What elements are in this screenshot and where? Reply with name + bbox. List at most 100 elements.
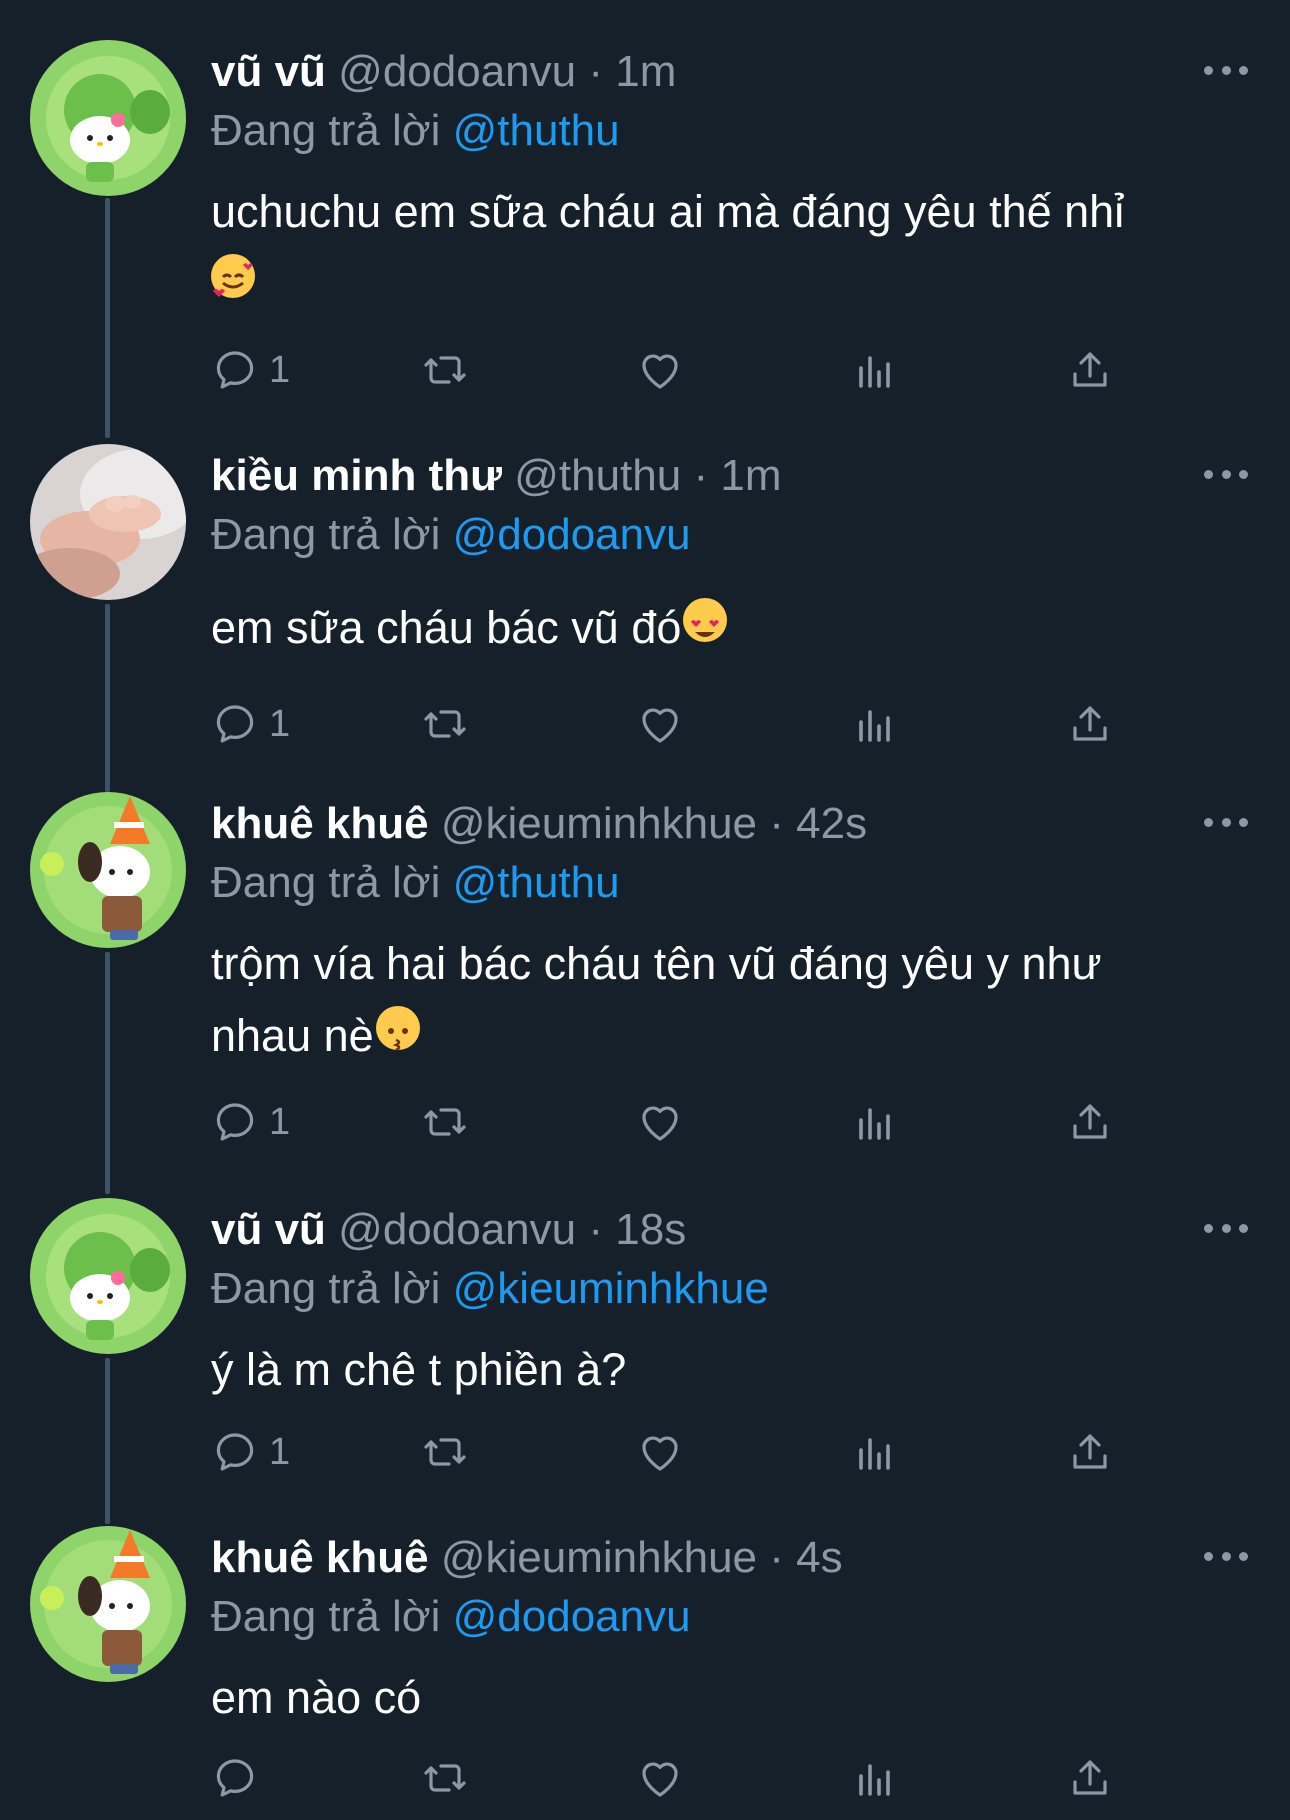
tweet[interactable]: vũ vũ @dodoanvu · 1m Đang trả lời @thuth… [0, 40, 1290, 410]
mention-link[interactable]: @thuthu [453, 858, 620, 907]
kissing-face-icon [375, 1006, 420, 1052]
share-button[interactable] [1066, 1748, 1114, 1808]
reply-icon [216, 705, 254, 743]
analytics-button[interactable] [851, 340, 899, 400]
mention-link[interactable]: @dodoanvu [453, 1592, 691, 1641]
pochacco-cone-avatar [30, 792, 186, 948]
share-button[interactable] [1066, 1092, 1114, 1152]
more-options-icon[interactable] [1204, 814, 1248, 830]
display-name[interactable]: vũ vũ [211, 47, 326, 96]
more-options-icon[interactable] [1204, 1548, 1248, 1564]
hello-kitty-peashooter-avatar [30, 1198, 186, 1354]
avatar[interactable] [30, 1526, 186, 1682]
display-name[interactable]: khuê khuê [211, 1533, 429, 1582]
user-handle[interactable]: @thuthu [514, 451, 681, 500]
retweet-button[interactable] [421, 1422, 469, 1482]
tweet-text: em sữa cháu bác vũ đó [211, 592, 1221, 664]
like-button[interactable] [636, 1748, 684, 1808]
reply-count: 1 [269, 1431, 291, 1473]
reply-button[interactable]: 1 [211, 1422, 290, 1482]
more-options-icon[interactable] [1204, 466, 1248, 482]
replying-prefix: Đang trả lời [211, 858, 441, 907]
separator: · [588, 1205, 604, 1254]
share-button[interactable] [1066, 340, 1114, 400]
tweet-text: ý là m chê t phiền à? [211, 1334, 1221, 1406]
reply-icon [216, 1759, 254, 1797]
analytics-button[interactable] [851, 1092, 899, 1152]
display-name[interactable]: khuê khuê [211, 799, 429, 848]
conversation-thread: vũ vũ @dodoanvu · 1m Đang trả lời @thuth… [0, 0, 1290, 1820]
retweet-icon [424, 356, 466, 384]
analytics-button[interactable] [851, 694, 899, 754]
replying-to: Đang trả lời @kieuminhkhue [211, 1260, 769, 1318]
separator: · [693, 451, 709, 500]
tweet-header: kiều minh thư @thuthu · 1m [211, 448, 781, 504]
avatar[interactable] [30, 792, 186, 948]
tweet-actions: 1 [211, 340, 1171, 400]
more-options-icon[interactable] [1204, 62, 1248, 78]
avatar[interactable] [30, 40, 186, 196]
share-button[interactable] [1066, 1422, 1114, 1482]
retweet-button[interactable] [421, 694, 469, 754]
user-handle[interactable]: @kieuminhkhue [441, 1533, 757, 1582]
replying-prefix: Đang trả lời [211, 1264, 441, 1313]
reply-icon [216, 1433, 254, 1471]
retweet-icon [424, 710, 466, 738]
tweet-header: vũ vũ @dodoanvu · 1m [211, 44, 676, 100]
tweet[interactable]: kiều minh thư @thuthu · 1m Đang trả lời … [0, 444, 1290, 745]
reply-button[interactable]: 1 [211, 694, 290, 754]
user-handle[interactable]: @kieuminhkhue [441, 799, 757, 848]
mention-link[interactable]: @dodoanvu [453, 510, 691, 559]
replying-to: Đang trả lời @dodoanvu [211, 506, 691, 564]
timestamp[interactable]: 18s [615, 1205, 686, 1254]
tweet[interactable]: vũ vũ @dodoanvu · 18s Đang trả lời @kieu… [0, 1198, 1290, 1498]
display-name[interactable]: kiều minh thư [211, 451, 502, 500]
separator: · [769, 799, 784, 848]
timestamp[interactable]: 4s [796, 1533, 842, 1582]
retweet-button[interactable] [421, 1748, 469, 1808]
like-button[interactable] [636, 1092, 684, 1152]
tweet-actions [211, 1748, 1171, 1808]
retweet-button[interactable] [421, 1092, 469, 1152]
mention-link[interactable]: @kieuminhkhue [453, 1264, 769, 1313]
timestamp[interactable]: 42s [796, 799, 867, 848]
tweet-actions: 1 [211, 694, 1171, 754]
tweet[interactable]: khuê khuê @kieuminhkhue · 42s Đang trả l… [0, 792, 1290, 1162]
replying-prefix: Đang trả lời [211, 510, 441, 559]
avatar[interactable] [30, 444, 186, 600]
user-handle[interactable]: @dodoanvu [338, 1205, 576, 1254]
timestamp[interactable]: 1m [615, 47, 676, 96]
display-name[interactable]: vũ vũ [211, 1205, 326, 1254]
replying-to: Đang trả lời @thuthu [211, 854, 620, 912]
replying-to: Đang trả lời @thuthu [211, 102, 620, 160]
reply-button[interactable]: 1 [211, 1092, 290, 1152]
analytics-button[interactable] [851, 1748, 899, 1808]
avatar[interactable] [30, 1198, 186, 1354]
retweet-icon [424, 1438, 466, 1466]
tweet[interactable]: khuê khuê @kieuminhkhue · 4s Đang trả lờ… [0, 1526, 1290, 1820]
hello-kitty-peashooter-avatar [30, 40, 186, 196]
more-options-icon[interactable] [1204, 1220, 1248, 1236]
analytics-button[interactable] [851, 1422, 899, 1482]
tweet-text-content: trộm vía hai bác cháu tên vũ đáng yêu y … [211, 938, 1102, 1061]
mention-link[interactable]: @thuthu [453, 106, 620, 155]
reply-count: 1 [269, 703, 291, 745]
like-button[interactable] [636, 340, 684, 400]
heart-icon [642, 354, 678, 389]
analytics-icon [859, 1108, 890, 1140]
share-icon [1073, 706, 1107, 741]
reply-icon [216, 1103, 254, 1141]
like-button[interactable] [636, 1422, 684, 1482]
timestamp[interactable]: 1m [720, 451, 781, 500]
smiling-face-with-hearts-icon [211, 254, 255, 298]
retweet-button[interactable] [421, 340, 469, 400]
tweet-text: em nào có [211, 1662, 1221, 1734]
retweet-icon [424, 1108, 466, 1136]
reply-button[interactable] [211, 1748, 269, 1808]
share-icon [1073, 1760, 1107, 1795]
like-button[interactable] [636, 694, 684, 754]
separator: · [769, 1533, 784, 1582]
user-handle[interactable]: @dodoanvu [338, 47, 576, 96]
share-button[interactable] [1066, 694, 1114, 754]
reply-button[interactable]: 1 [211, 340, 290, 400]
